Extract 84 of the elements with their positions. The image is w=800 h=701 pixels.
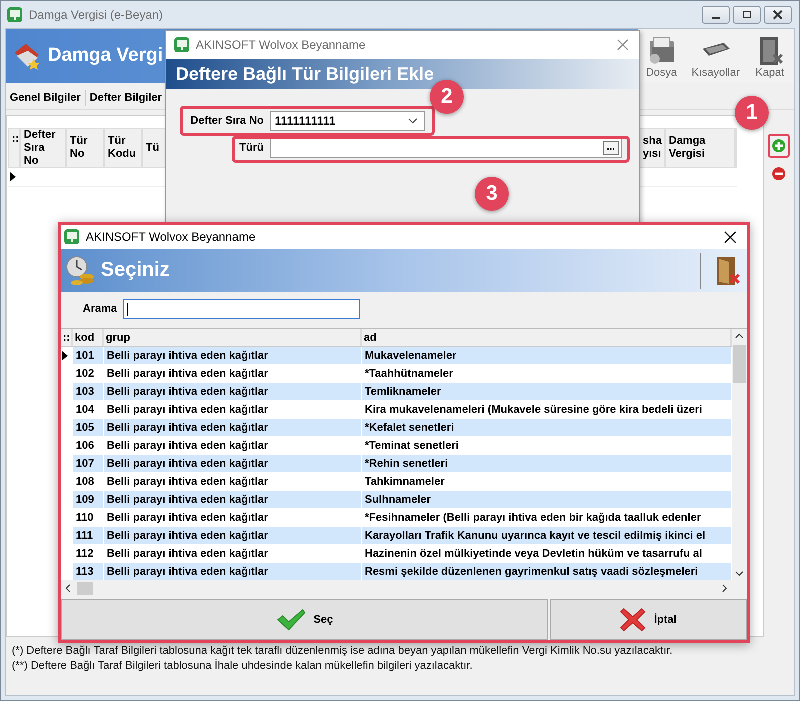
table-cell: *Rehin senetleri xyxy=(362,455,732,472)
table-cell: Belli parayı ihtiva eden kağıtlar xyxy=(104,401,362,418)
window-title: Damga Vergisi (e-Beyan) xyxy=(29,8,164,22)
search-field[interactable] xyxy=(123,299,360,319)
scroll-down-icon[interactable] xyxy=(735,571,744,577)
table-cell: 105 xyxy=(73,419,104,436)
vertical-scrollbar[interactable] xyxy=(732,329,747,597)
table-cell: 107 xyxy=(73,455,104,472)
table-cell: Belli parayı ihtiva eden kağıtlar xyxy=(104,437,362,454)
table-cell: Belli parayı ihtiva eden kağıtlar xyxy=(104,509,362,526)
table-cell: 106 xyxy=(73,437,104,454)
scroll-thumb[interactable] xyxy=(77,582,93,595)
table-cell: *Kefalet senetleri xyxy=(362,419,732,436)
maximize-icon xyxy=(741,10,753,20)
table-cell: 112 xyxy=(73,545,104,562)
app-icon xyxy=(174,37,190,53)
table-cell: 102 xyxy=(73,365,104,382)
scroll-right-icon[interactable] xyxy=(722,584,728,593)
grid-corner: :: xyxy=(9,129,21,167)
door-icon xyxy=(715,254,741,286)
minimize-icon xyxy=(712,16,720,18)
field-label: Türü xyxy=(238,142,265,154)
dialog-heading: Seçiniz xyxy=(101,259,170,282)
scroll-thumb[interactable] xyxy=(733,345,746,383)
table-cell: Resmi şekilde düzenlenen gayrimenkul satış vaadi sözleşmeleri xyxy=(362,563,732,580)
column-header[interactable]: Damga Vergisi xyxy=(666,129,736,167)
table-cell: Belli parayı ihtiva eden kağıtlar xyxy=(104,419,362,436)
remove-icon xyxy=(772,167,786,181)
app-icon xyxy=(7,6,23,22)
table-cell: Belli parayı ihtiva eden kağıtlar xyxy=(104,473,362,490)
add-icon xyxy=(772,139,786,153)
scroll-left-icon[interactable] xyxy=(65,584,71,593)
column-header[interactable]: Defter Sıra No xyxy=(21,129,67,167)
maximize-button[interactable] xyxy=(733,6,761,24)
table-cell: Belli parayı ihtiva eden kağıtlar xyxy=(104,455,362,472)
table-cell: 109 xyxy=(73,491,104,508)
footnote: (**) Deftere Bağlı Taraf Bilgileri tablosuna İhale uhdesinde kalan mükellefin bilgileri yazılacaktır. xyxy=(12,660,474,672)
grid-button[interactable] xyxy=(768,134,790,158)
table-cell: 108 xyxy=(73,473,104,490)
table-cell: Belli parayı ihtiva eden kağıtlar xyxy=(104,365,362,382)
toolbar-button[interactable]: Dosya xyxy=(642,29,682,83)
dialog-title: AKINSOFT Wolvox Beyanname xyxy=(196,38,366,52)
table-cell: Belli parayı ihtiva eden kağıtlar xyxy=(104,563,362,580)
checkmark-icon xyxy=(276,608,306,630)
lookup-field[interactable]: ... xyxy=(270,138,622,158)
chevron-down-icon xyxy=(408,118,418,124)
header-title: Damga Vergi xyxy=(48,45,164,67)
table-cell: Belli parayı ihtiva eden kağıtlar xyxy=(104,545,362,562)
table-cell: Sulhnameler xyxy=(362,491,732,508)
table-cell: Temliknameler xyxy=(362,383,732,400)
table-cell: Belli parayı ihtiva eden kağıtlar xyxy=(104,491,362,508)
dropdown-field[interactable]: 1111111111 xyxy=(270,111,425,131)
table-cell: 104 xyxy=(73,401,104,418)
table-cell: Belli parayı ihtiva eden kağıtlar xyxy=(104,347,362,364)
browse-button[interactable]: ... xyxy=(603,141,619,155)
table-cell: 103 xyxy=(73,383,104,400)
table-cell: 111 xyxy=(73,527,104,544)
table-cell: 110 xyxy=(73,509,104,526)
dialog-button[interactable]: İptal xyxy=(550,599,747,640)
table-cell: Mukavelenameler xyxy=(362,347,732,364)
table-cell: Karayolları Trafik Kanunu uyarınca kayıt ve tescil edilmiş ikinci el xyxy=(362,527,732,544)
clock-coins-icon xyxy=(65,254,97,286)
toolbar-button[interactable]: Kısayollar xyxy=(688,29,744,83)
table-cell: Belli parayı ihtiva eden kağıtlar xyxy=(104,383,362,400)
minimize-button[interactable] xyxy=(702,6,730,24)
close-button[interactable] xyxy=(764,6,792,24)
dialog-title: AKINSOFT Wolvox Beyanname xyxy=(86,230,256,244)
table-cell: 113 xyxy=(73,563,104,580)
footnote: (*) Deftere Bağlı Taraf Bilgileri tablosuna kağıt tek taraflı düzenlenmiş ise adına beyan yapılan mükellefin Vergi Kimlik No.su yazılacaktır. xyxy=(12,645,674,657)
cross-icon xyxy=(620,606,646,632)
tab[interactable]: Genel Bilgiler xyxy=(6,90,86,106)
dialog-button[interactable]: Seç xyxy=(61,599,548,640)
column-header[interactable]: Tür No xyxy=(67,129,105,167)
toolbar-button[interactable]: Kapat xyxy=(750,29,790,83)
scroll-up-icon[interactable] xyxy=(735,333,744,339)
row-pointer-icon xyxy=(10,172,16,182)
column-header[interactable]: Tür Kodu xyxy=(105,129,143,167)
close-icon xyxy=(772,10,784,20)
search-label: Arama xyxy=(83,303,118,315)
app-icon xyxy=(64,229,80,245)
table-cell: Belli parayı ihtiva eden kağıtlar xyxy=(104,527,362,544)
field-label: Defter Sıra No xyxy=(190,115,265,127)
horizontal-scrollbar[interactable] xyxy=(61,580,732,597)
table-cell: 101 xyxy=(73,347,104,364)
